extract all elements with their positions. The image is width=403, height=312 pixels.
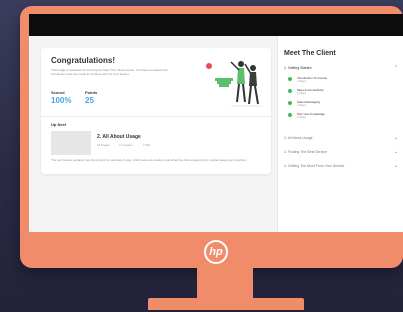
lesson-subtitle: 2 Pages	[297, 116, 307, 119]
chevron-down-icon[interactable]: ⌄	[394, 163, 398, 169]
up-next-label: Up Next	[51, 122, 67, 127]
points-value: 25	[85, 96, 94, 105]
monitor-frame: Congratulations! This badge is awarded f…	[20, 6, 403, 268]
section-getting-most[interactable]: 4. Getting The Most From Your Service	[284, 164, 344, 168]
up-next-title[interactable]: 2. All About Usage	[97, 134, 141, 140]
complete-icon	[288, 101, 292, 105]
lesson-subtitle: 2 Pages	[297, 92, 307, 95]
content-area: Congratulations! This badge is awarded f…	[29, 36, 403, 232]
monitor-stand-base	[148, 298, 304, 310]
completion-card: Congratulations! This badge is awarded f…	[41, 48, 271, 174]
scored-value: 100%	[51, 96, 72, 105]
chevron-down-icon[interactable]: ⌄	[394, 149, 398, 155]
lesson-subtitle: 2 Pages	[297, 80, 307, 83]
confetti-icon	[206, 63, 212, 69]
points-label: Points	[85, 90, 98, 95]
monitor-stand-neck	[197, 268, 253, 300]
complete-icon	[288, 89, 292, 93]
complete-icon	[288, 77, 292, 81]
congrats-text: This badge is awarded for finishing the …	[51, 68, 168, 76]
card-divider	[41, 116, 271, 117]
complete-icon	[288, 113, 292, 117]
lesson-item[interactable]: Test Your Knowledge 2 Pages	[288, 112, 392, 122]
sidebar-title: Meet The Client	[284, 50, 336, 57]
lesson-item[interactable]: Cleint Messaging 2 Pages	[288, 100, 392, 110]
congrats-title: Congratulations!	[51, 56, 115, 65]
section-all-about-usage[interactable]: 2. All About Usage	[284, 136, 313, 140]
up-next-duration: 7 Min	[143, 143, 151, 147]
section-getting-started[interactable]: 1. Getting Started	[284, 66, 311, 70]
screen: Congratulations! This badge is awarded f…	[29, 14, 403, 232]
up-next-pages: 18 Pages	[97, 143, 110, 147]
course-sidebar: Meet The Client 1. Getting Started ⌃ Int…	[277, 36, 403, 232]
up-next-lessons: 7 Lessons	[119, 143, 133, 147]
chevron-down-icon[interactable]: ⌄	[394, 135, 398, 141]
celebration-illustration	[206, 61, 261, 107]
top-bar	[29, 14, 403, 36]
scored-label: Scored	[51, 90, 65, 95]
up-next-thumbnail[interactable]	[51, 131, 91, 155]
lesson-item[interactable]: Introduction To Course 2 Pages	[288, 76, 392, 86]
up-next-description: The next lesson explains how the product…	[51, 158, 247, 162]
hp-logo: hp	[204, 240, 228, 264]
section-finding-best-service[interactable]: 3. Finding The Best Service	[284, 150, 327, 154]
chevron-up-icon[interactable]: ⌃	[394, 65, 398, 71]
lesson-item[interactable]: Meet & Connectivity 2 Pages	[288, 88, 392, 98]
lesson-subtitle: 2 Pages	[297, 104, 307, 107]
